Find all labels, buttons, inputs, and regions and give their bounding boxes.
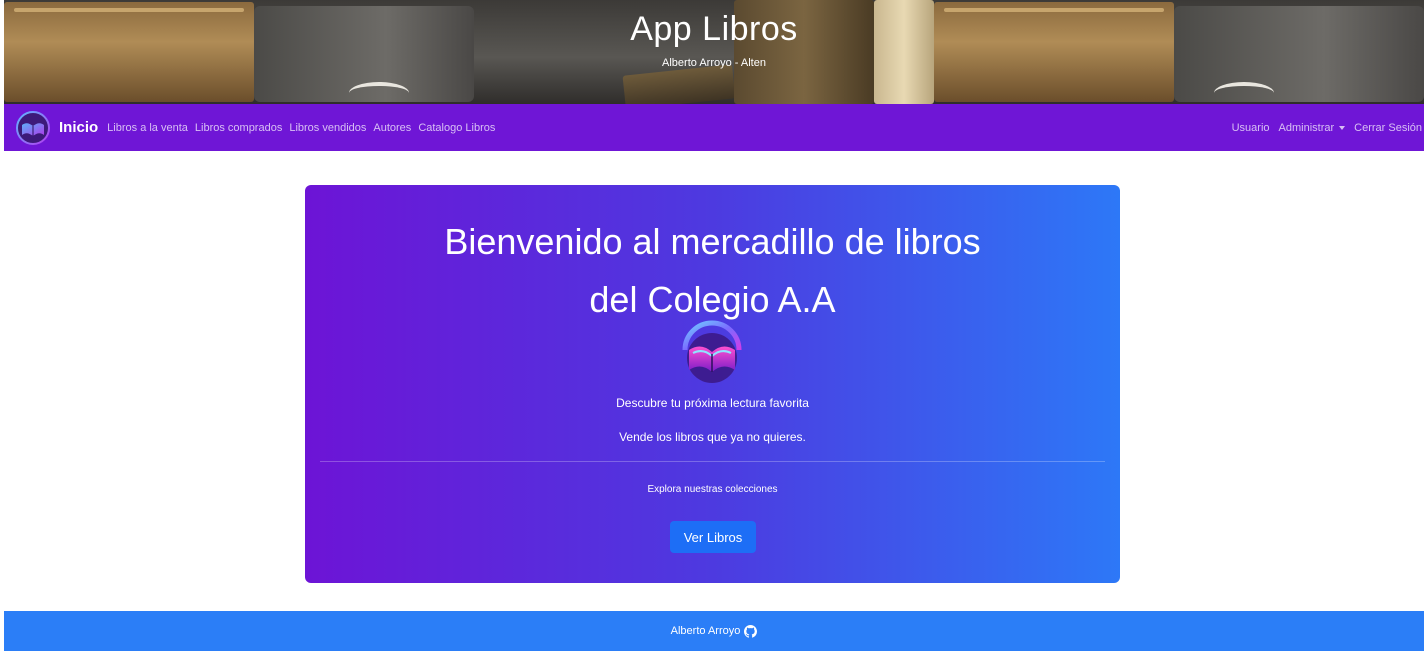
nav-libros-vendidos[interactable]: Libros vendidos bbox=[289, 122, 366, 134]
welcome-card: Bienvenido al mercadillo de libros del C… bbox=[305, 185, 1120, 583]
nav-libros-comprados[interactable]: Libros comprados bbox=[195, 122, 282, 134]
banner-book-image bbox=[622, 64, 736, 104]
github-icon[interactable] bbox=[744, 624, 758, 638]
explore-text: Explora nuestras colecciones bbox=[647, 484, 778, 495]
book-logo-icon bbox=[682, 320, 742, 383]
caret-down-icon bbox=[1339, 125, 1346, 130]
welcome-tagline: Descubre tu próxima lectura favorita bbox=[616, 396, 809, 410]
main-navbar: Inicio Libros a la venta Libros comprado… bbox=[4, 104, 1424, 151]
welcome-title-line1: Bienvenido al mercadillo de libros bbox=[444, 221, 981, 262]
nav-home-link[interactable]: Inicio bbox=[59, 119, 98, 136]
nav-administrar-dropdown[interactable]: Administrar bbox=[1279, 122, 1346, 134]
nav-left-links: Libros a la venta Libros comprados Libro… bbox=[107, 122, 495, 134]
footer: Alberto Arroyo bbox=[4, 611, 1424, 651]
banner-bookmark bbox=[1214, 82, 1274, 104]
banner-bookmark bbox=[349, 82, 409, 104]
header-banner: App Libros Alberto Arroyo - Alten bbox=[4, 0, 1424, 104]
welcome-sell-text: Vende los libros que ya no quieres. bbox=[619, 430, 806, 444]
nav-cerrar-sesion[interactable]: Cerrar Sesión bbox=[1354, 122, 1422, 134]
nav-catalogo-libros[interactable]: Catalogo Libros bbox=[418, 122, 495, 134]
welcome-title-line2: del Colegio A.A bbox=[589, 279, 836, 320]
nav-autores[interactable]: Autores bbox=[373, 122, 411, 134]
app-title: App Libros bbox=[630, 10, 798, 48]
nav-administrar-label: Administrar bbox=[1278, 121, 1335, 134]
book-logo-icon[interactable] bbox=[16, 110, 50, 145]
ver-libros-button[interactable]: Ver Libros bbox=[670, 521, 756, 553]
page: App Libros Alberto Arroyo - Alten Inicio… bbox=[0, 0, 1424, 651]
app-subtitle: Alberto Arroyo - Alten bbox=[662, 57, 766, 69]
footer-author: Alberto Arroyo bbox=[670, 625, 741, 637]
divider bbox=[320, 461, 1105, 462]
nav-right-links: Usuario Administrar Cerrar Sesión bbox=[1232, 122, 1422, 134]
nav-usuario[interactable]: Usuario bbox=[1232, 122, 1270, 134]
nav-libros-a-la-venta[interactable]: Libros a la venta bbox=[107, 122, 188, 134]
